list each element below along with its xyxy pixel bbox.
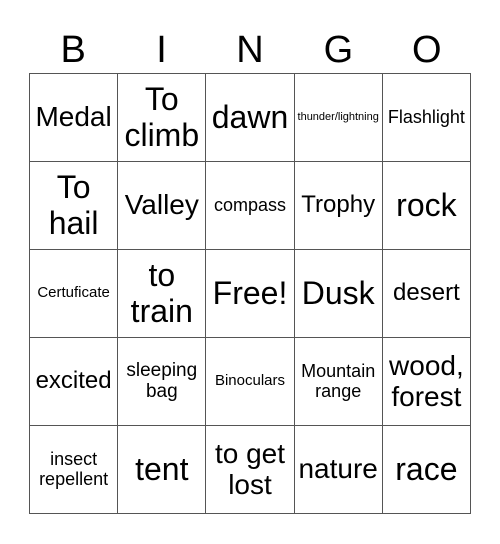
bingo-cell[interactable]: Trophy	[294, 162, 383, 250]
bingo-cell[interactable]: excited	[30, 338, 119, 426]
bingo-grid: Medal To climb dawn thunder/lightning Fl…	[29, 73, 471, 514]
bingo-cell[interactable]: Certuficate	[30, 250, 119, 338]
header-letter-n: N	[236, 29, 264, 71]
bingo-header: B I N G O	[29, 28, 471, 73]
bingo-cell[interactable]: To climb	[118, 74, 207, 162]
bingo-cell[interactable]: tent	[118, 426, 207, 514]
bingo-cell[interactable]: Dusk	[294, 250, 383, 338]
bingo-cell[interactable]: Mountain range	[294, 338, 383, 426]
bingo-cell[interactable]: Binoculars	[206, 338, 295, 426]
header-letter-i: I	[156, 29, 167, 71]
bingo-cell[interactable]: compass	[206, 162, 295, 250]
bingo-cell[interactable]: To hail	[30, 162, 119, 250]
bingo-cell[interactable]: nature	[294, 426, 383, 514]
bingo-cell[interactable]: Valley	[118, 162, 207, 250]
header-letter-g: G	[323, 29, 354, 71]
bingo-cell[interactable]: Flashlight	[382, 74, 471, 162]
bingo-cell[interactable]: rock	[382, 162, 471, 250]
bingo-cell[interactable]: sleeping bag	[118, 338, 207, 426]
bingo-cell[interactable]: insect repellent	[30, 426, 119, 514]
bingo-cell[interactable]: Medal	[30, 74, 119, 162]
header-letter-b: B	[60, 29, 86, 71]
bingo-cell[interactable]: wood, forest	[382, 338, 471, 426]
header-letter-o: O	[411, 29, 442, 71]
bingo-cell[interactable]: to train	[118, 250, 207, 338]
free-space-cell[interactable]: Free!	[206, 250, 295, 338]
bingo-cell[interactable]: thunder/lightning	[294, 74, 383, 162]
bingo-cell[interactable]: dawn	[206, 74, 295, 162]
bingo-cell[interactable]: desert	[382, 250, 471, 338]
bingo-cell[interactable]: race	[382, 426, 471, 514]
bingo-cell[interactable]: to get lost	[206, 426, 295, 514]
